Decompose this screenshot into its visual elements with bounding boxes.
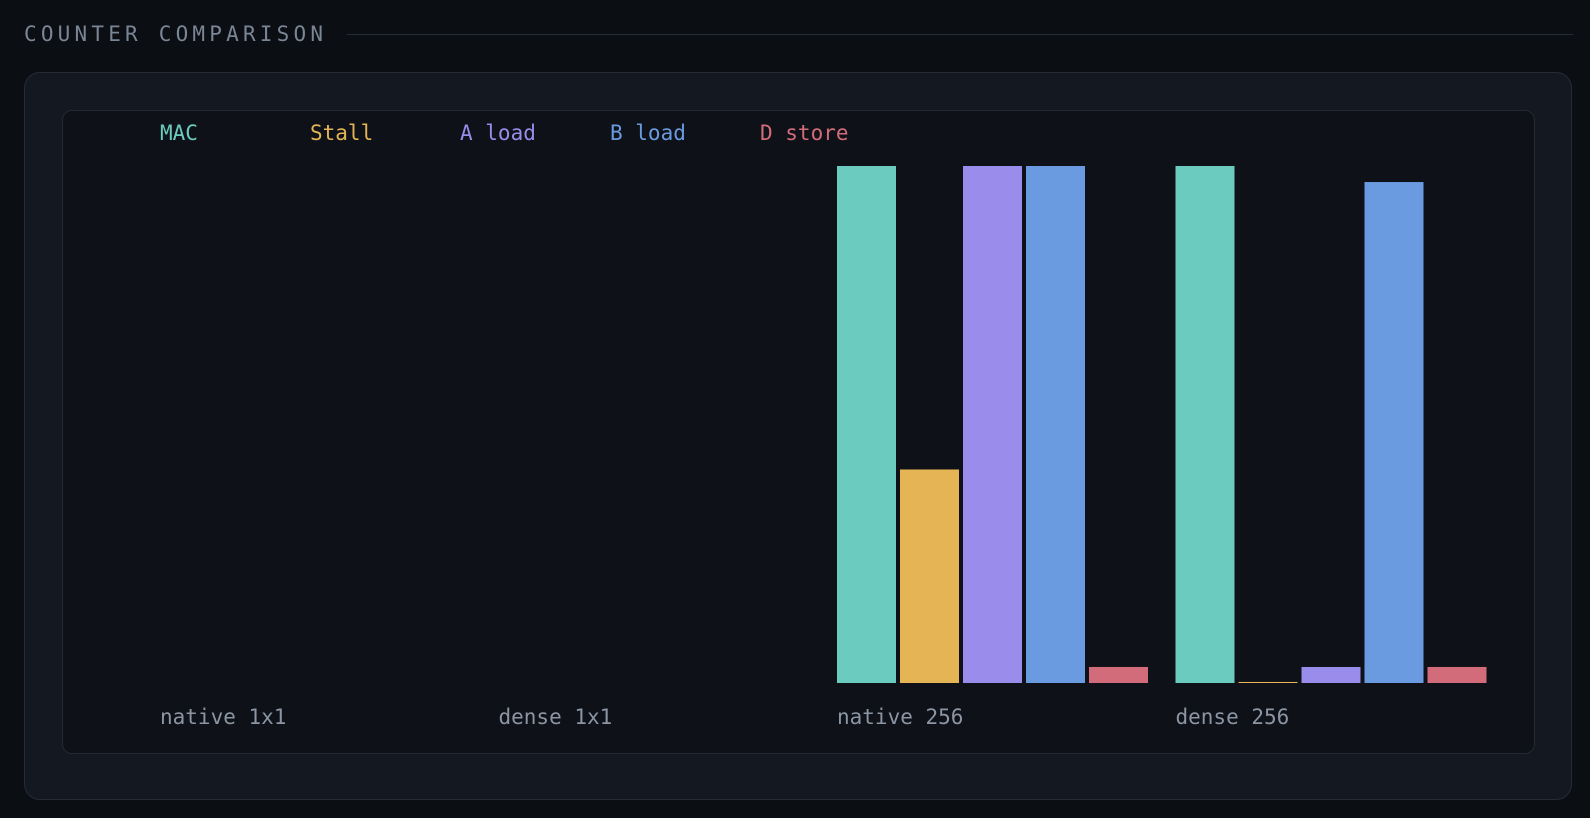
x-tick-label-dense-1x1: dense 1x1 — [499, 705, 613, 729]
bar-native-256-stall — [900, 469, 959, 683]
bar-dense-256-d-store — [1427, 666, 1487, 683]
bar-native-256-mac — [837, 166, 896, 683]
legend-item-mac: MAC — [160, 121, 198, 145]
bar-dense-256-b-load — [1364, 182, 1424, 684]
bar-native-256-d-store — [1089, 666, 1148, 683]
x-tick-label-dense-256: dense 256 — [1176, 705, 1290, 729]
bar-dense-256-stall — [1238, 681, 1298, 683]
bar-dense-256-a-load — [1301, 666, 1361, 683]
legend-item-a-load: A load — [460, 121, 536, 145]
x-tick-label-native-1x1: native 1x1 — [160, 705, 286, 729]
x-axis-labels: native 1x1 dense 1x1 native 256 dense 256 — [160, 705, 1289, 729]
bar-native-256-b-load — [1026, 166, 1085, 683]
legend-item-stall: Stall — [310, 121, 373, 145]
chart-bars — [837, 166, 1487, 684]
bar-chart: MAC Stall A load B load D store native 1x1 de… — [160, 121, 1487, 729]
chart-legend: MAC Stall A load B load D store — [160, 121, 849, 145]
legend-item-b-load: B load — [610, 121, 686, 145]
bar-native-256-a-load — [963, 166, 1022, 683]
x-tick-label-native-256: native 256 — [837, 705, 963, 729]
bar-dense-256-mac — [1175, 166, 1235, 683]
legend-item-d-store: D store — [760, 121, 849, 145]
